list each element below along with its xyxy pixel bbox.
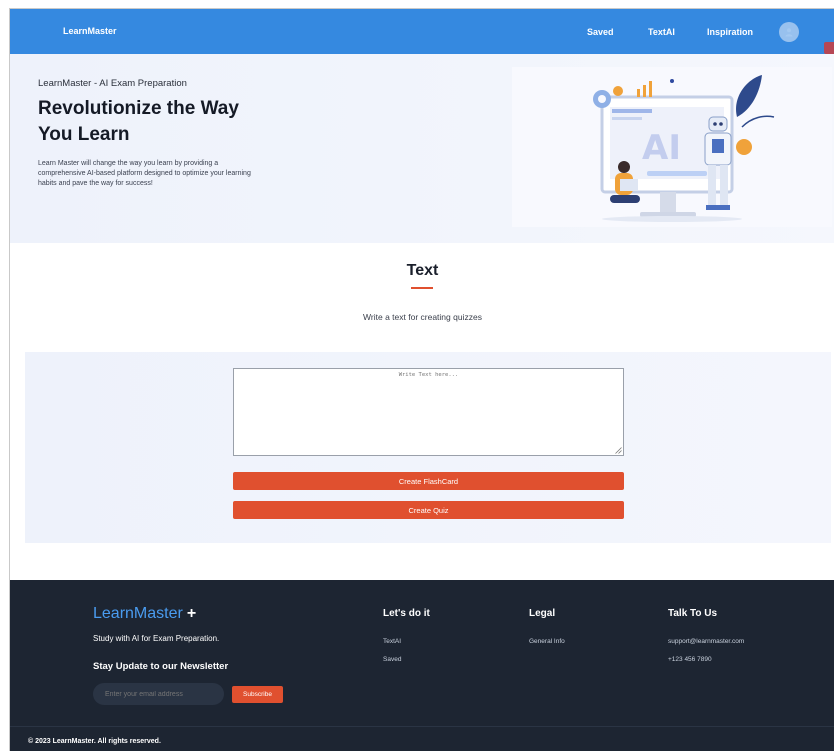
footer-link-general-info[interactable]: General Info	[529, 638, 565, 645]
copyright: © 2023 LearnMaster. All rights reserved.	[28, 738, 161, 745]
footer-heading-legal: Legal	[529, 608, 556, 619]
hero-description: Learn Master will change the way you lea…	[38, 160, 251, 187]
nav-link-saved[interactable]: Saved	[587, 27, 614, 37]
text-input[interactable]	[233, 368, 624, 456]
ai-art-text: AI	[642, 128, 681, 168]
resize-grip-icon[interactable]	[615, 447, 622, 454]
extension-badge[interactable]	[824, 42, 834, 54]
top-navbar: LearnMaster Saved TextAI Inspiration	[10, 9, 834, 54]
browser-viewport: LearnMaster Saved TextAI Inspiration Lea…	[9, 8, 834, 751]
create-quiz-button[interactable]: Create Quiz	[233, 501, 624, 519]
hero-illustration: AI	[512, 67, 832, 227]
user-icon	[785, 28, 793, 37]
footer-tagline: Study with AI for Exam Preparation.	[93, 634, 220, 643]
footer-heading-talk-to-us: Talk To Us	[668, 608, 718, 619]
footer-logo[interactable]: LearnMaster +	[93, 605, 196, 623]
subscribe-button[interactable]: Subscribe	[232, 686, 283, 703]
footer: LearnMaster + Study with AI for Exam Prep…	[10, 580, 834, 751]
nav-link-inspiration[interactable]: Inspiration	[707, 27, 753, 37]
footer-logo-text: LearnMaster	[93, 605, 183, 622]
hero-section: LearnMaster - AI Exam Preparation Revolu…	[10, 54, 834, 243]
newsletter-title: Stay Update to our Newsletter	[93, 661, 229, 672]
footer-link-email[interactable]: support@learnmaster.com	[668, 638, 744, 645]
hero-title: Revolutionize the Way You Learn	[38, 98, 239, 145]
profile-button[interactable]	[779, 22, 799, 42]
newsletter-email-input[interactable]	[93, 683, 224, 705]
footer-link-textai[interactable]: TextAI	[383, 638, 401, 645]
create-flashcard-button[interactable]: Create FlashCard	[233, 472, 624, 490]
section-subtitle: Write a text for creating quizzes	[363, 312, 482, 322]
footer-divider	[10, 726, 834, 727]
footer-link-phone[interactable]: +123 456 7890	[668, 656, 712, 663]
nav-link-textai[interactable]: TextAI	[648, 27, 675, 37]
footer-logo-plus: +	[186, 605, 197, 622]
footer-link-saved[interactable]: Saved	[383, 656, 401, 663]
footer-heading-lets-do-it: Let's do it	[383, 608, 430, 619]
hero-kicker: LearnMaster - AI Exam Preparation	[38, 78, 187, 89]
nav-brand[interactable]: LearnMaster	[63, 26, 117, 36]
section-title: Text	[406, 262, 439, 279]
title-underline	[411, 287, 433, 289]
